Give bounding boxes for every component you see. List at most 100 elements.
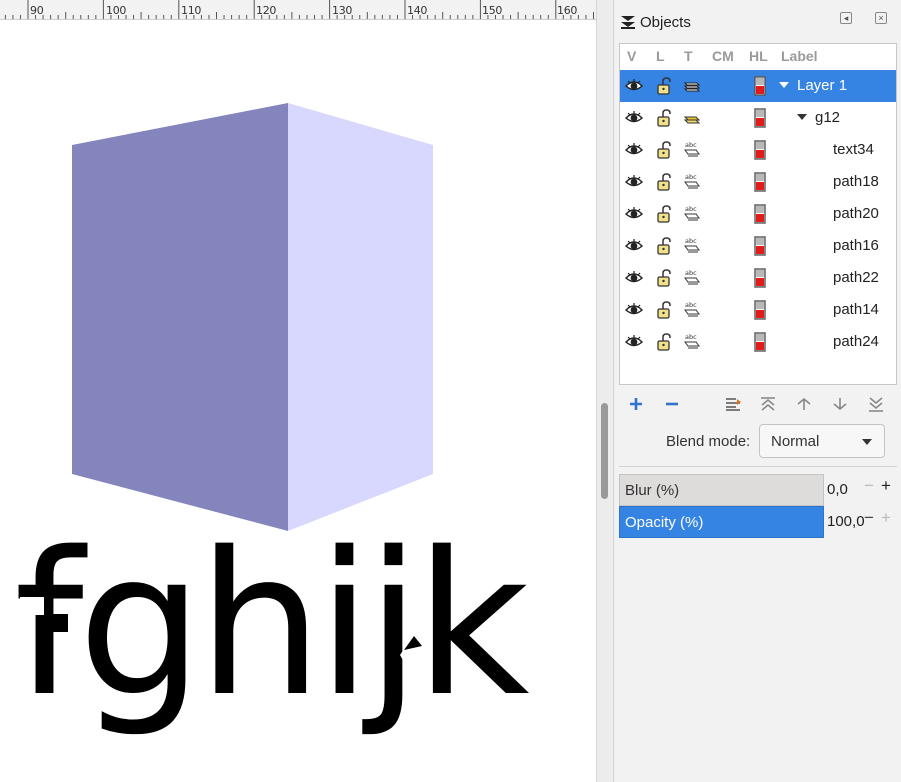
unlocked-icon[interactable] xyxy=(654,204,674,224)
unlocked-icon[interactable] xyxy=(654,268,674,288)
object-label[interactable]: g12 xyxy=(815,109,840,126)
object-label[interactable]: path16 xyxy=(833,237,879,254)
lower-icon xyxy=(833,398,847,411)
dock-close-icon[interactable]: × xyxy=(875,12,887,24)
col-clip-mask[interactable]: CM xyxy=(712,48,734,64)
path-type-icon: abc xyxy=(682,268,702,288)
box-left-face[interactable] xyxy=(72,103,288,531)
blend-mode-dropdown[interactable]: Normal xyxy=(759,424,885,458)
opacity-slider[interactable]: Opacity (%) xyxy=(619,506,824,538)
opacity-decrement-button[interactable]: − xyxy=(864,508,874,528)
tree-row[interactable]: Layer 1 xyxy=(620,70,896,102)
blur-slider[interactable]: Blur (%) xyxy=(619,474,824,506)
drawing-canvas[interactable]: 90 100 110 120 130 140 150 160 fghijk xyxy=(0,0,596,782)
object-label[interactable]: Layer 1 xyxy=(797,77,847,94)
object-label[interactable]: path24 xyxy=(833,333,879,350)
ruler-ticks xyxy=(4,0,594,19)
highlight-color-swatch[interactable] xyxy=(750,332,770,352)
tree-row[interactable]: abc path24 xyxy=(620,326,896,358)
col-label[interactable]: Label xyxy=(781,48,818,64)
remove-layer-button[interactable] xyxy=(661,393,683,415)
highlight-color-swatch[interactable] xyxy=(750,204,770,224)
eye-icon[interactable] xyxy=(624,332,644,352)
blur-decrement-button[interactable]: − xyxy=(864,476,874,496)
unlocked-icon[interactable] xyxy=(654,300,674,320)
highlight-color-swatch[interactable] xyxy=(750,108,770,128)
svg-text:abc: abc xyxy=(685,269,697,277)
scrollbar-thumb[interactable] xyxy=(601,403,608,499)
unlocked-icon[interactable] xyxy=(654,108,674,128)
blur-spinbox[interactable]: Blur (%) 0,0 − + xyxy=(619,474,897,506)
box-right-face[interactable] xyxy=(288,103,433,531)
vertical-scrollbar[interactable] xyxy=(596,0,612,782)
raise-button[interactable] xyxy=(793,393,815,415)
expand-toggle-icon[interactable] xyxy=(797,114,807,120)
eye-icon[interactable] xyxy=(624,268,644,288)
svg-text:abc: abc xyxy=(685,141,697,149)
col-type[interactable]: T xyxy=(684,48,693,64)
tree-row[interactable]: abc path18 xyxy=(620,166,896,198)
col-highlight[interactable]: HL xyxy=(749,48,768,64)
raise-to-top-button[interactable] xyxy=(757,393,779,415)
highlight-color-swatch[interactable] xyxy=(750,236,770,256)
col-locked[interactable]: L xyxy=(656,48,665,64)
opacity-increment-button[interactable]: + xyxy=(881,508,891,528)
object-label[interactable]: path20 xyxy=(833,205,879,222)
tree-row[interactable]: g12 xyxy=(620,102,896,134)
tree-row[interactable]: abc path20 xyxy=(620,198,896,230)
expand-toggle-icon[interactable] xyxy=(779,82,789,88)
eye-icon[interactable] xyxy=(624,300,644,320)
opacity-value[interactable]: 100,0 xyxy=(827,513,865,530)
dock-iconify-icon[interactable]: ◂ xyxy=(840,12,852,24)
highlight-color-swatch[interactable] xyxy=(750,300,770,320)
highlight-color-swatch[interactable] xyxy=(750,172,770,192)
tree-row[interactable]: abc path14 xyxy=(620,294,896,326)
unlocked-icon[interactable] xyxy=(654,236,674,256)
object-label[interactable]: text34 xyxy=(833,141,874,158)
eye-icon[interactable] xyxy=(624,204,644,224)
path-type-icon: abc xyxy=(682,300,702,320)
tree-header: V L T CM HL Label xyxy=(620,44,898,70)
collapse-icon xyxy=(726,398,741,411)
eye-icon[interactable] xyxy=(624,76,644,96)
objects-tree[interactable]: V L T CM HL Label Layer 1 g12 abc text34… xyxy=(619,43,897,385)
unlocked-icon[interactable] xyxy=(654,332,674,352)
eye-icon[interactable] xyxy=(624,108,644,128)
tree-row[interactable]: abc path22 xyxy=(620,262,896,294)
highlight-color-swatch[interactable] xyxy=(750,76,770,96)
letter-cutout xyxy=(20,597,44,615)
path-type-icon: abc xyxy=(682,204,702,224)
blur-increment-button[interactable]: + xyxy=(881,476,891,496)
object-label[interactable]: path14 xyxy=(833,301,879,318)
lower-button[interactable] xyxy=(829,393,851,415)
tree-row[interactable]: abc path16 xyxy=(620,230,896,262)
eye-icon[interactable] xyxy=(624,236,644,256)
canvas-text-object[interactable]: fghijk xyxy=(14,509,536,740)
eye-icon[interactable] xyxy=(624,172,644,192)
drawing-svg: fghijk xyxy=(14,103,536,740)
eye-icon[interactable] xyxy=(624,140,644,160)
chevron-down-icon xyxy=(862,439,872,445)
highlight-color-swatch[interactable] xyxy=(750,140,770,160)
unlocked-icon[interactable] xyxy=(654,140,674,160)
plus-icon xyxy=(630,398,642,410)
ruler-label: 120 xyxy=(256,4,277,17)
collapse-all-button[interactable] xyxy=(722,393,744,415)
opacity-spinbox[interactable]: Opacity (%) 100,0 − + xyxy=(619,506,897,538)
col-visible[interactable]: V xyxy=(627,48,636,64)
path-type-icon: abc xyxy=(682,236,702,256)
lower-to-bottom-button[interactable] xyxy=(865,393,887,415)
highlight-color-swatch[interactable] xyxy=(750,268,770,288)
object-label[interactable]: path22 xyxy=(833,269,879,286)
path-type-icon: abc xyxy=(682,172,702,192)
svg-text:abc: abc xyxy=(685,301,697,309)
blur-value[interactable]: 0,0 xyxy=(827,481,848,498)
unlocked-icon[interactable] xyxy=(654,76,674,96)
svg-text:abc: abc xyxy=(685,237,697,245)
object-label[interactable]: path18 xyxy=(833,173,879,190)
add-layer-button[interactable] xyxy=(625,393,647,415)
tree-row[interactable]: abc text34 xyxy=(620,134,896,166)
path-type-icon: abc xyxy=(682,332,702,352)
unlocked-icon[interactable] xyxy=(654,172,674,192)
horizontal-ruler[interactable]: 90 100 110 120 130 140 150 160 xyxy=(0,0,596,20)
